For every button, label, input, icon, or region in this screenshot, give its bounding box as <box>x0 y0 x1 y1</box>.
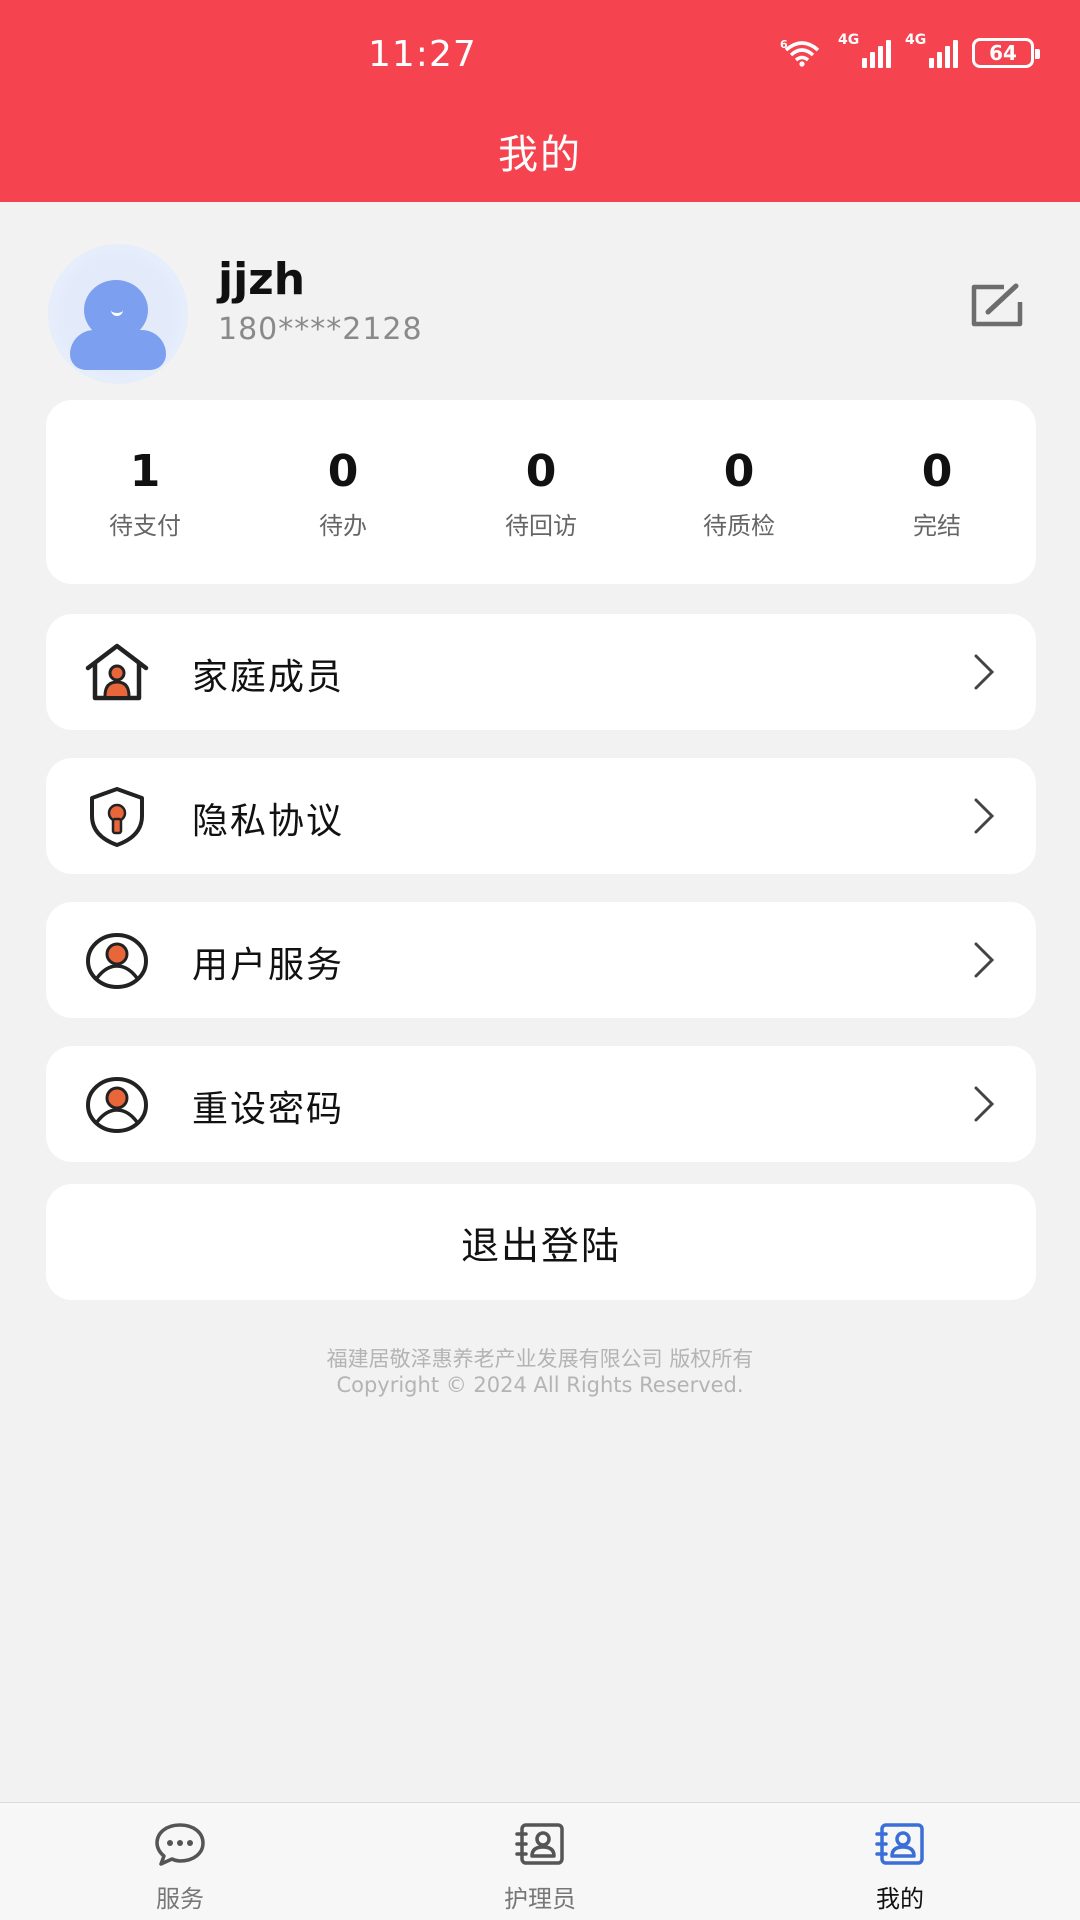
stat-label: 待质检 <box>703 512 775 540</box>
order-stats-card: 1 待支付 0 待办 0 待回访 0 待质检 0 完结 <box>46 400 1036 584</box>
stat-pending-payment[interactable]: 1 待支付 <box>46 400 244 584</box>
tab-label: 护理员 <box>504 1885 576 1913</box>
profile-section: jjzh 180****2128 <box>0 240 1080 384</box>
phone-number: 180****2128 <box>218 312 423 347</box>
app-header: 11:27 6 4G 4G 64 我的 <box>0 0 1080 202</box>
chevron-right-icon <box>974 798 995 834</box>
company-name: 福建居敬泽惠养老产业发展有限公司 版权所有 <box>326 1347 754 1371</box>
logout-button[interactable]: 退出登陆 <box>46 1184 1036 1300</box>
tab-caregivers[interactable]: 护理员 <box>440 1821 640 1914</box>
contact-book-icon <box>875 1823 924 1865</box>
battery-level: 64 <box>989 41 1017 65</box>
stat-pending-followup[interactable]: 0 待回访 <box>442 400 640 584</box>
stat-label: 待办 <box>319 512 367 540</box>
tab-label: 服务 <box>156 1885 204 1913</box>
logout-label: 退出登陆 <box>460 1223 621 1268</box>
house-person-icon <box>85 643 149 701</box>
tab-mine[interactable]: 我的 <box>800 1821 1000 1914</box>
menu-item-label: 家庭成员 <box>192 657 345 698</box>
status-icons: 6 4G 4G 64 <box>780 32 1040 68</box>
menu-item-family-members[interactable]: 家庭成员 <box>46 614 1036 730</box>
signal-icon-1: 4G <box>838 32 891 68</box>
tab-label: 我的 <box>876 1885 924 1913</box>
menu-item-label: 用户服务 <box>192 945 345 986</box>
page-title: 我的 <box>498 132 582 178</box>
menu-item-user-services[interactable]: 用户服务 <box>46 902 1036 1018</box>
bottom-tab-bar: 服务 护理员 我的 <box>0 1802 1080 1920</box>
user-circle-icon <box>86 933 148 989</box>
user-circle-icon <box>86 1077 148 1133</box>
avatar[interactable] <box>48 244 188 384</box>
stat-todo[interactable]: 0 待办 <box>244 400 442 584</box>
network-label-2: 4G <box>905 32 927 48</box>
tab-service[interactable]: 服务 <box>80 1821 280 1914</box>
stat-value: 0 <box>921 446 953 497</box>
stat-label: 完结 <box>913 512 961 540</box>
menu-item-label: 隐私协议 <box>192 801 345 842</box>
wifi-icon: 6 <box>780 38 820 67</box>
chevron-right-icon <box>974 1086 995 1122</box>
stat-label: 待回访 <box>505 512 577 540</box>
status-time: 11:27 <box>368 34 477 75</box>
network-label-1: 4G <box>838 32 860 48</box>
stat-value: 0 <box>723 446 755 497</box>
stat-pending-inspection[interactable]: 0 待质检 <box>640 400 838 584</box>
battery-icon: 64 <box>972 38 1040 68</box>
copyright-text: Copyright © 2024 All Rights Reserved. <box>336 1373 744 1397</box>
copyright-footer: 福建居敬泽惠养老产业发展有限公司 版权所有 Copyright © 2024 A… <box>0 1346 1080 1398</box>
stat-label: 待支付 <box>109 512 181 540</box>
stat-value: 0 <box>525 446 557 497</box>
chevron-right-icon <box>974 654 995 690</box>
stat-value: 1 <box>129 446 161 497</box>
username: jjzh <box>218 254 306 305</box>
chevron-right-icon <box>974 942 995 978</box>
menu-item-privacy-agreement[interactable]: 隐私协议 <box>46 758 1036 874</box>
signal-icon-2: 4G <box>905 32 958 68</box>
menu-item-label: 重设密码 <box>192 1089 345 1130</box>
chat-bubble-icon <box>155 1823 205 1866</box>
stat-completed[interactable]: 0 完结 <box>838 400 1036 584</box>
stat-value: 0 <box>327 446 359 497</box>
edit-icon[interactable] <box>970 282 1024 328</box>
menu-item-reset-password[interactable]: 重设密码 <box>46 1046 1036 1162</box>
shield-lock-icon <box>90 787 144 847</box>
contact-book-icon <box>515 1823 564 1865</box>
